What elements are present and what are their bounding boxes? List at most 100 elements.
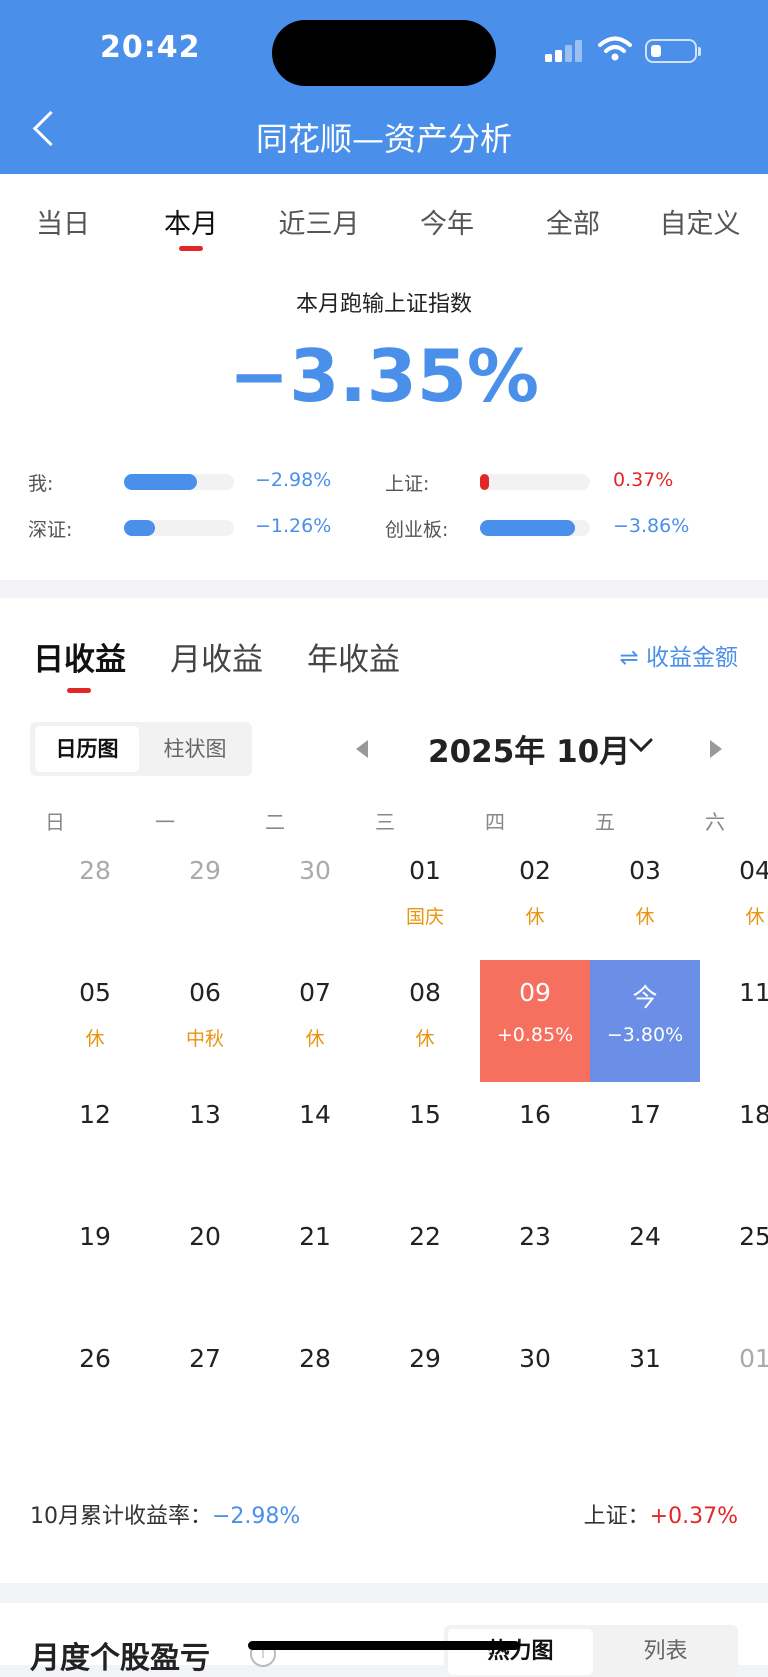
calendar-day-cell[interactable]: 29	[150, 838, 260, 960]
calendar-day-return: −3.80%	[606, 1024, 684, 1046]
calendar-day-cell[interactable]: 04 休	[700, 838, 768, 960]
compare-bar-fill-me	[124, 474, 197, 490]
app-header: 20:42 同花顺—资产分析	[0, 0, 768, 174]
home-indicator[interactable]	[248, 1641, 520, 1650]
calendar-day-note: 休	[745, 906, 765, 928]
tab-this-month[interactable]: 本月	[136, 202, 246, 241]
calendar-day-number: 08	[409, 978, 441, 1007]
wifi-icon	[598, 36, 632, 61]
calendar-day-cell[interactable]: 31	[590, 1326, 700, 1448]
calendar-day-cell[interactable]: 02 休	[480, 838, 590, 960]
battery-cap	[698, 47, 701, 56]
calendar-day-cell[interactable]: 03 休	[590, 838, 700, 960]
calendar-day-cell[interactable]: 21	[260, 1204, 370, 1326]
calendar-day-note: 休	[305, 1028, 325, 1050]
status-time: 20:42	[100, 30, 201, 65]
calendar-day-number: 18	[739, 1100, 768, 1129]
calendar-day-number: 01	[739, 1344, 768, 1373]
calendar-day-cell[interactable]: 13	[150, 1082, 260, 1204]
list-view-button[interactable]: 列表	[593, 1629, 738, 1675]
month-dropdown-chevron-icon[interactable]	[628, 736, 654, 754]
index-return-value: +0.37%	[649, 1504, 738, 1529]
calendar-day-number: 12	[79, 1100, 111, 1129]
compare-bar-shenzhen	[124, 520, 234, 536]
calendar-day-number: 29	[409, 1344, 441, 1373]
page-title: 同花顺—资产分析	[255, 120, 512, 158]
month-label[interactable]: 2025年 10月	[428, 726, 630, 771]
calendar-day-cell[interactable]: 11	[700, 960, 768, 1082]
calendar-day-number: 07	[299, 978, 331, 1007]
weekday-label: 六	[705, 810, 725, 834]
calendar-day-cell[interactable]: 08 休	[370, 960, 480, 1082]
compare-bar-fill-shanghai	[480, 474, 489, 490]
calendar-day-number: 09	[519, 978, 551, 1007]
calendar-day-cell[interactable]: 16	[480, 1082, 590, 1204]
monthly-stock-pnl-card: 月度个股盈亏 i 热力图 列表	[0, 1603, 768, 1676]
calendar-day-number: 20	[189, 1222, 221, 1251]
calendar-day-cell[interactable]: 今 −3.80%	[590, 960, 700, 1082]
calendar-day-number: 02	[519, 856, 551, 885]
view-toggle: 日历图 柱状图	[30, 722, 252, 776]
tab-this-year[interactable]: 今年	[392, 202, 502, 241]
compare-value-shenzhen: −1.26%	[255, 515, 332, 537]
tab-today[interactable]: 当日	[8, 202, 118, 241]
calendar-day-cell[interactable]: 09 +0.85%	[480, 960, 590, 1082]
calendar-day-cell[interactable]: 25	[700, 1204, 768, 1326]
calendar-day-cell[interactable]: 23	[480, 1204, 590, 1326]
calendar-day-cell[interactable]: 27	[150, 1326, 260, 1448]
cellular-signal-icon	[545, 40, 582, 62]
calendar-day-cell[interactable]: 30	[260, 838, 370, 960]
calendar-day-note: 休	[635, 906, 655, 928]
calendar-day-cell[interactable]: 24	[590, 1204, 700, 1326]
tab-monthly-profit[interactable]: 月收益	[170, 634, 263, 679]
battery-icon	[645, 39, 697, 63]
index-return-label: 上证：	[583, 1504, 650, 1529]
calendar-day-cell[interactable]: 07 休	[260, 960, 370, 1082]
compare-label-shenzhen: 深证:	[28, 519, 73, 541]
calendar-day-number: 27	[189, 1344, 221, 1373]
calendar-day-note: 国庆	[405, 906, 444, 928]
calendar-day-cell[interactable]: 20	[150, 1204, 260, 1326]
compare-bar-fill-chinext	[480, 520, 575, 536]
tab-custom[interactable]: 自定义	[645, 202, 755, 241]
calendar-day-number: 17	[629, 1100, 661, 1129]
calendar-day-number: 11	[739, 978, 768, 1007]
calendar-day-number: 26	[79, 1344, 111, 1373]
calendar-day-cell[interactable]: 29	[370, 1326, 480, 1448]
calendar-day-cell[interactable]: 01	[700, 1326, 768, 1448]
calendar-day-cell[interactable]: 26	[40, 1326, 150, 1448]
calendar-day-note: 中秋	[185, 1028, 224, 1050]
calendar-day-cell[interactable]: 28	[260, 1326, 370, 1448]
index-return: 上证：+0.37%	[584, 1498, 738, 1530]
calendar-day-number: 31	[629, 1344, 661, 1373]
cumulative-return-value: −2.98%	[212, 1504, 301, 1529]
tab-daily-profit[interactable]: 日收益	[33, 634, 126, 679]
calendar-day-cell[interactable]: 15	[370, 1082, 480, 1204]
calendar-day-cell[interactable]: 17	[590, 1082, 700, 1204]
tab-three-months[interactable]: 近三月	[264, 202, 374, 241]
calendar-day-cell[interactable]: 18	[700, 1082, 768, 1204]
tab-yearly-profit[interactable]: 年收益	[307, 634, 400, 679]
cumulative-return: 10月累计收益率：−2.98%	[30, 1498, 300, 1530]
calendar-day-number: 29	[189, 856, 221, 885]
profit-amount-link[interactable]: ⇌ 收益金额	[619, 638, 738, 672]
calendar-view-button[interactable]: 日历图	[35, 726, 139, 772]
next-month-icon[interactable]	[710, 740, 722, 758]
calendar-day-number: 03	[629, 856, 661, 885]
calendar-day-cell[interactable]: 01 国庆	[370, 838, 480, 960]
calendar-day-cell[interactable]: 14	[260, 1082, 370, 1204]
calendar-day-cell[interactable]: 22	[370, 1204, 480, 1326]
calendar-day-cell[interactable]: 05 休	[40, 960, 150, 1082]
calendar-day-cell[interactable]: 30	[480, 1326, 590, 1448]
calendar-day-cell[interactable]: 06 中秋	[150, 960, 260, 1082]
heatmap-view-button[interactable]: 热力图	[448, 1629, 593, 1675]
prev-month-icon[interactable]	[356, 740, 368, 758]
tab-all[interactable]: 全部	[518, 202, 628, 241]
bar-view-button[interactable]: 柱状图	[143, 726, 247, 772]
calendar-day-cell[interactable]: 12	[40, 1082, 150, 1204]
calendar-day-number: 30	[519, 1344, 551, 1373]
compare-bar-me	[124, 474, 234, 490]
calendar-day-number: 28	[299, 1344, 331, 1373]
calendar-day-cell[interactable]: 28	[40, 838, 150, 960]
calendar-day-cell[interactable]: 19	[40, 1204, 150, 1326]
